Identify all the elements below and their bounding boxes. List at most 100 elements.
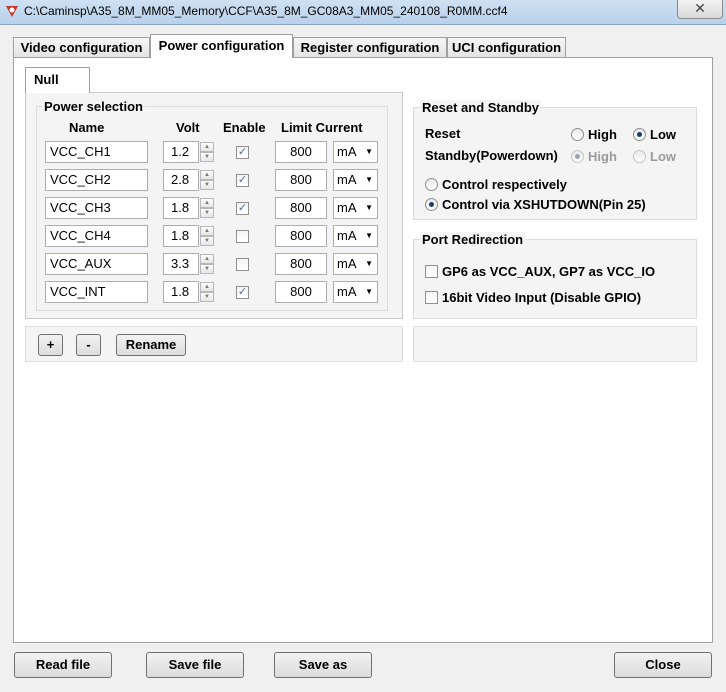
limit-current-input[interactable]: 800 <box>275 225 327 247</box>
volt-spinner[interactable]: ▲ ▼ <box>199 169 215 191</box>
reset-low-label: Low <box>650 127 676 142</box>
limit-current-input[interactable]: 800 <box>275 253 327 275</box>
add-rail-button[interactable]: + <box>38 334 63 356</box>
spin-up-icon[interactable]: ▲ <box>200 282 214 292</box>
gp6-aux-checkbox[interactable] <box>425 265 438 278</box>
tab-video-configuration[interactable]: Video configuration <box>13 37 150 57</box>
volt-input[interactable]: 1.8 <box>163 225 199 247</box>
unit-value: mA <box>337 144 357 159</box>
limit-current-input[interactable]: 800 <box>275 169 327 191</box>
header-enable: Enable <box>223 120 266 135</box>
enable-checkbox[interactable]: ✓ <box>236 202 249 215</box>
standby-low-radio <box>633 150 646 163</box>
rail-name-input[interactable]: VCC_AUX <box>45 253 148 275</box>
unit-select[interactable]: mA ▼ <box>333 169 378 191</box>
unit-select[interactable]: mA ▼ <box>333 197 378 219</box>
unit-value: mA <box>337 284 357 299</box>
rail-name-input[interactable]: VCC_CH4 <box>45 225 148 247</box>
rail-name-input[interactable]: VCC_CH1 <box>45 141 148 163</box>
tab-uci-configuration[interactable]: UCI configuration <box>447 37 566 57</box>
port-redirection-group <box>413 239 697 319</box>
reset-high-radio[interactable] <box>571 128 584 141</box>
volt-spinner[interactable]: ▲ ▼ <box>199 253 215 275</box>
spin-up-icon[interactable]: ▲ <box>200 198 214 208</box>
volt-spinner[interactable]: ▲ ▼ <box>199 197 215 219</box>
rail-name-input[interactable]: VCC_CH2 <box>45 169 148 191</box>
header-volt: Volt <box>176 120 200 135</box>
app-icon <box>6 6 18 17</box>
enable-checkbox[interactable]: ✓ <box>236 174 249 187</box>
spin-down-icon[interactable]: ▼ <box>200 264 214 274</box>
volt-spinner[interactable]: ▲ ▼ <box>199 281 215 303</box>
volt-input[interactable]: 1.8 <box>163 197 199 219</box>
spin-down-icon[interactable]: ▼ <box>200 208 214 218</box>
tab-power-configuration[interactable]: Power configuration <box>150 34 293 58</box>
control-xshutdown-label: Control via XSHUTDOWN(Pin 25) <box>442 197 646 212</box>
chevron-down-icon: ▼ <box>365 259 373 268</box>
spin-down-icon[interactable]: ▼ <box>200 236 214 246</box>
video-16bit-label: 16bit Video Input (Disable GPIO) <box>442 290 642 305</box>
unit-select[interactable]: mA ▼ <box>333 141 378 163</box>
limit-current-input[interactable]: 800 <box>275 141 327 163</box>
enable-checkbox[interactable]: ✓ <box>236 146 249 159</box>
save-as-button[interactable]: Save as <box>274 652 372 678</box>
volt-input[interactable]: 1.2 <box>163 141 199 163</box>
tab-register-configuration[interactable]: Register configuration <box>293 37 447 57</box>
header-limit-current: Limit Current <box>281 120 363 135</box>
spin-up-icon[interactable]: ▲ <box>200 142 214 152</box>
control-respectively-radio[interactable] <box>425 178 438 191</box>
tab-null[interactable]: Null <box>25 67 90 93</box>
standby-low-label: Low <box>650 149 676 164</box>
close-icon: ✕ <box>694 0 706 16</box>
gp6-aux-label: GP6 as VCC_AUX, GP7 as VCC_IO <box>442 264 656 279</box>
enable-checkbox[interactable] <box>236 230 249 243</box>
volt-input[interactable]: 3.3 <box>163 253 199 275</box>
reset-standby-title: Reset and Standby <box>420 100 542 115</box>
reset-high-label: High <box>588 127 617 142</box>
volt-input[interactable]: 2.8 <box>163 169 199 191</box>
rail-name-input[interactable]: VCC_INT <box>45 281 148 303</box>
spin-up-icon[interactable]: ▲ <box>200 226 214 236</box>
unit-value: mA <box>337 200 357 215</box>
spin-up-icon[interactable]: ▲ <box>200 170 214 180</box>
unit-value: mA <box>337 228 357 243</box>
video-16bit-checkbox[interactable] <box>425 291 438 304</box>
power-selection-title: Power selection <box>42 99 145 114</box>
header-name: Name <box>69 120 105 135</box>
reset-label: Reset <box>425 126 461 141</box>
spin-down-icon[interactable]: ▼ <box>200 180 214 190</box>
standby-label: Standby(Powerdown) <box>425 148 558 163</box>
enable-checkbox[interactable]: ✓ <box>236 286 249 299</box>
spin-down-icon[interactable]: ▼ <box>200 292 214 302</box>
save-file-button[interactable]: Save file <box>146 652 244 678</box>
spin-down-icon[interactable]: ▼ <box>200 152 214 162</box>
read-file-button[interactable]: Read file <box>14 652 112 678</box>
limit-current-input[interactable]: 800 <box>275 197 327 219</box>
control-respectively-label: Control respectively <box>442 177 567 192</box>
window-close-button[interactable]: ✕ <box>677 0 723 19</box>
port-redirection-title: Port Redirection <box>420 232 526 247</box>
chevron-down-icon: ▼ <box>365 147 373 156</box>
title-bar: C:\Caminsp\A35_8M_MM05_Memory\CCF\A35_8M… <box>0 0 726 25</box>
remove-rail-button[interactable]: - <box>76 334 101 356</box>
volt-spinner[interactable]: ▲ ▼ <box>199 225 215 247</box>
unit-select[interactable]: mA ▼ <box>333 225 378 247</box>
spin-up-icon[interactable]: ▲ <box>200 254 214 264</box>
reset-low-radio[interactable] <box>633 128 646 141</box>
close-button[interactable]: Close <box>614 652 712 678</box>
chevron-down-icon: ▼ <box>365 231 373 240</box>
unit-value: mA <box>337 256 357 271</box>
limit-current-input[interactable]: 800 <box>275 281 327 303</box>
unit-select[interactable]: mA ▼ <box>333 281 378 303</box>
volt-input[interactable]: 1.8 <box>163 281 199 303</box>
tab-bar: Video configuration Power configuration … <box>13 34 713 58</box>
standby-high-radio <box>571 150 584 163</box>
unit-select[interactable]: mA ▼ <box>333 253 378 275</box>
rename-button[interactable]: Rename <box>116 334 186 356</box>
control-xshutdown-radio[interactable] <box>425 198 438 211</box>
window-title: C:\Caminsp\A35_8M_MM05_Memory\CCF\A35_8M… <box>24 4 508 18</box>
volt-spinner[interactable]: ▲ ▼ <box>199 141 215 163</box>
rail-name-input[interactable]: VCC_CH3 <box>45 197 148 219</box>
standby-high-label: High <box>588 149 617 164</box>
enable-checkbox[interactable] <box>236 258 249 271</box>
